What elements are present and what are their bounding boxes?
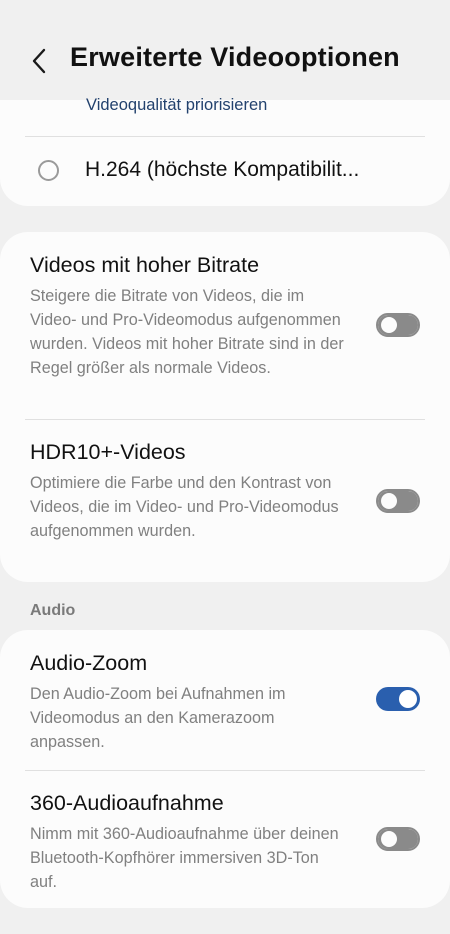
selected-codec-subtitle: Videoqualität priorisieren	[86, 96, 268, 114]
audio-360-toggle[interactable]	[376, 827, 420, 851]
audio-options-card: Audio-Zoom Den Audio-Zoom bei Aufnahmen …	[0, 630, 450, 908]
section-label-audio: Audio	[30, 602, 76, 619]
audio-zoom-title: Audio-Zoom	[30, 651, 148, 675]
codec-card	[0, 100, 450, 206]
back-button[interactable]	[22, 44, 56, 78]
chevron-left-icon	[32, 48, 46, 74]
audio-zoom-description: Den Audio-Zoom bei Aufnahmen im Videomod…	[30, 685, 286, 751]
app-header: Erweiterte Videooptionen	[0, 0, 450, 100]
audio-360-item[interactable]: 360-Audioaufnahme Nimm mit 360-Audioaufn…	[0, 770, 450, 908]
toggle-knob	[399, 690, 417, 708]
high-bitrate-item[interactable]: Videos mit hoher Bitrate Steigere die Bi…	[0, 232, 450, 419]
page-title: Erweiterte Videooptionen	[70, 42, 400, 72]
hdr10-title: HDR10+-Videos	[30, 440, 186, 464]
toggle-knob	[381, 493, 397, 509]
hdr10-item[interactable]: HDR10+-Videos Optimiere die Farbe und de…	[0, 419, 450, 582]
high-bitrate-toggle[interactable]	[376, 313, 420, 337]
toggle-knob	[381, 831, 397, 847]
high-bitrate-title: Videos mit hoher Bitrate	[30, 253, 260, 277]
audio-zoom-item[interactable]: Audio-Zoom Den Audio-Zoom bei Aufnahmen …	[0, 630, 450, 770]
audio-zoom-toggle[interactable]	[376, 687, 420, 711]
radio-unselected[interactable]	[38, 160, 59, 181]
audio-360-title: 360-Audioaufnahme	[30, 791, 224, 815]
toggle-knob	[381, 317, 397, 333]
hdr10-toggle[interactable]	[376, 489, 420, 513]
hdr10-description: Optimiere die Farbe und den Kontrast von…	[30, 474, 339, 540]
audio-360-description: Nimm mit 360-Audioaufnahme über deinen B…	[30, 825, 339, 891]
high-bitrate-description: Steigere die Bitrate von Videos, die im …	[30, 287, 344, 377]
video-options-card: Videos mit hoher Bitrate Steigere die Bi…	[0, 232, 450, 582]
codec-option-label: H.264 (höchste Kompatibilit...	[85, 158, 360, 181]
